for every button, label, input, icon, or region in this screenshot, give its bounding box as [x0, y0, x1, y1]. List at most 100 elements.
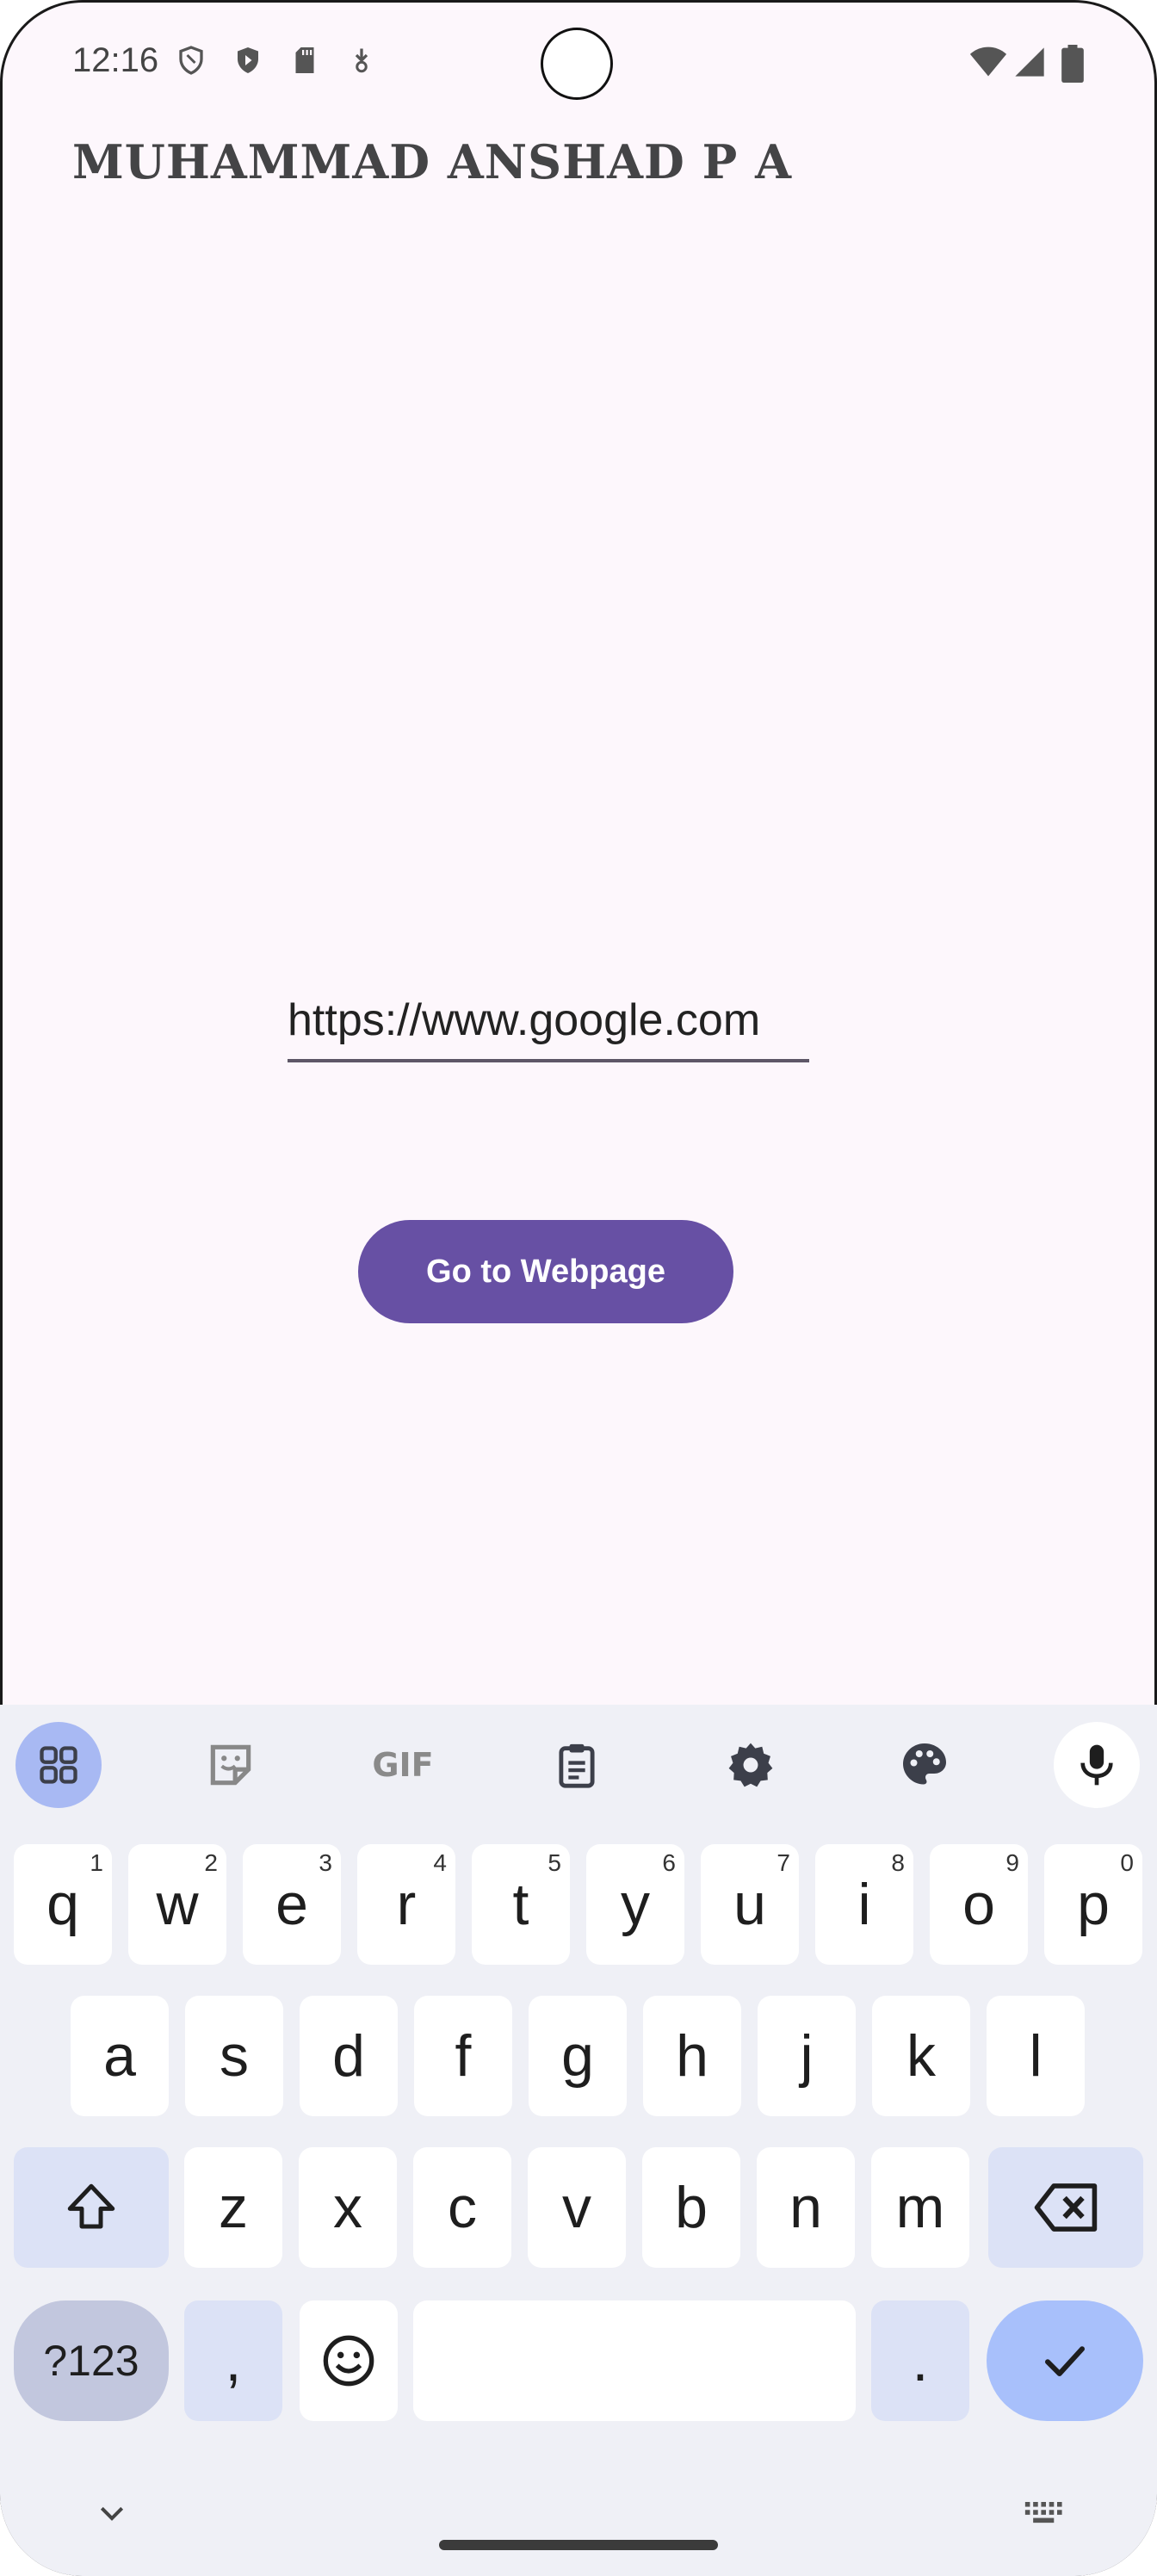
- key-label: l: [1029, 2023, 1043, 2089]
- settings-gear-icon: [728, 1743, 773, 1787]
- key-label: n: [789, 2175, 822, 2240]
- battery-icon: [1061, 45, 1084, 83]
- soft-keyboard: [0, 1705, 1157, 2576]
- apps-grid-icon: [40, 1746, 77, 1784]
- key-number-hint: 3: [319, 1849, 332, 1876]
- key-label: c: [448, 2175, 477, 2240]
- key-label: v: [562, 2175, 591, 2240]
- key-label: g: [561, 2023, 594, 2089]
- key-number-hint: 5: [548, 1849, 561, 1876]
- cellular-signal-icon: [1015, 47, 1044, 77]
- key-e[interactable]: e3: [243, 1844, 341, 1965]
- key-label: m: [895, 2175, 945, 2240]
- key-y[interactable]: y6: [586, 1844, 684, 1965]
- key-label: k: [906, 2023, 936, 2089]
- key-u[interactable]: u7: [701, 1844, 799, 1965]
- key-i[interactable]: i8: [815, 1844, 913, 1965]
- shield-play-icon: [238, 47, 258, 73]
- key-label: p: [1077, 1872, 1110, 1937]
- key-label: w: [156, 1872, 199, 1937]
- shift-key[interactable]: [14, 2147, 169, 2268]
- key-r[interactable]: r4: [357, 1844, 455, 1965]
- key-c[interactable]: c: [413, 2147, 511, 2268]
- url-input[interactable]: [288, 981, 809, 1062]
- sticker-icon: [210, 1744, 251, 1786]
- key-number-hint: 0: [1120, 1849, 1134, 1876]
- theme-button[interactable]: [882, 1722, 968, 1808]
- palette-icon: [903, 1743, 946, 1785]
- key-number-hint: 6: [662, 1849, 676, 1876]
- key-b[interactable]: b: [642, 2147, 740, 2268]
- key-t[interactable]: t5: [472, 1844, 570, 1965]
- key-label: t: [512, 1872, 529, 1937]
- key-number-hint: 1: [90, 1849, 103, 1876]
- key-z[interactable]: z: [184, 2147, 282, 2268]
- key-d[interactable]: d: [300, 1996, 398, 2116]
- key-label: q: [46, 1872, 79, 1937]
- key-label: s: [220, 2023, 249, 2089]
- microphone-icon: [1080, 1744, 1113, 1786]
- front-camera-cutout: [541, 28, 613, 100]
- key-number-hint: 7: [776, 1849, 790, 1876]
- key-label: e: [275, 1872, 308, 1937]
- key-f[interactable]: f: [414, 1996, 512, 2116]
- key-label: i: [857, 1872, 871, 1937]
- key-number-hint: 2: [204, 1849, 218, 1876]
- comma-key[interactable]: ,: [184, 2300, 282, 2421]
- key-a[interactable]: a: [71, 1996, 169, 2116]
- clipboard-button[interactable]: [534, 1722, 620, 1808]
- key-label: a: [103, 2023, 136, 2089]
- clipboard-icon: [559, 1743, 595, 1788]
- shift-arrow-icon: [67, 2183, 115, 2229]
- key-g[interactable]: g: [529, 1996, 627, 2116]
- shield-outline-icon: [179, 46, 203, 75]
- key-k[interactable]: k: [872, 1996, 970, 2116]
- key-l[interactable]: l: [987, 1996, 1085, 2116]
- checkmark-icon: [1045, 2346, 1085, 2376]
- key-label: o: [962, 1872, 995, 1937]
- home-gesture-bar[interactable]: [439, 2540, 718, 2550]
- backspace-key[interactable]: [988, 2147, 1143, 2268]
- key-number-hint: 8: [891, 1849, 905, 1876]
- key-s[interactable]: s: [185, 1996, 283, 2116]
- download-notification-icon: [355, 48, 368, 73]
- emoji-key[interactable]: [300, 2300, 398, 2421]
- key-label: x: [333, 2175, 362, 2240]
- key-o[interactable]: o9: [930, 1844, 1028, 1965]
- key-label: d: [332, 2023, 365, 2089]
- go-to-webpage-button[interactable]: Go to Webpage: [358, 1220, 733, 1323]
- key-q[interactable]: q1: [14, 1844, 112, 1965]
- period-key[interactable]: .: [871, 2300, 969, 2421]
- key-label: j: [800, 2023, 814, 2089]
- key-label: z: [219, 2175, 248, 2240]
- settings-button[interactable]: [708, 1722, 794, 1808]
- emoji-icon: [323, 2335, 374, 2387]
- apps-grid-button[interactable]: [15, 1722, 102, 1808]
- key-label: r: [396, 1872, 417, 1937]
- key-h[interactable]: h: [643, 1996, 741, 2116]
- gif-icon: GIF: [372, 1746, 434, 1784]
- enter-done-key[interactable]: [987, 2300, 1143, 2421]
- gif-button[interactable]: GIF: [360, 1722, 446, 1808]
- key-v[interactable]: v: [528, 2147, 626, 2268]
- key-p[interactable]: p0: [1044, 1844, 1142, 1965]
- backspace-icon: [1034, 2183, 1098, 2232]
- key-label: f: [455, 2023, 472, 2089]
- sd-card-icon: [295, 47, 314, 73]
- key-n[interactable]: n: [757, 2147, 855, 2268]
- key-number-hint: 9: [1005, 1849, 1019, 1876]
- page-title: MUHAMMAD ANSHAD P A: [72, 134, 792, 189]
- key-m[interactable]: m: [871, 2147, 969, 2268]
- key-label: h: [676, 2023, 708, 2089]
- symbols-key[interactable]: ?123: [14, 2300, 169, 2421]
- space-key[interactable]: [413, 2300, 856, 2421]
- key-x[interactable]: x: [299, 2147, 397, 2268]
- key-label: b: [675, 2175, 708, 2240]
- key-j[interactable]: j: [758, 1996, 856, 2116]
- hide-keyboard-chevron-icon[interactable]: [95, 2497, 129, 2531]
- key-label: y: [621, 1872, 650, 1937]
- keyboard-switcher-icon[interactable]: [1024, 2502, 1067, 2524]
- voice-input-button[interactable]: [1054, 1722, 1140, 1808]
- sticker-button[interactable]: [188, 1722, 274, 1808]
- key-w[interactable]: w2: [128, 1844, 226, 1965]
